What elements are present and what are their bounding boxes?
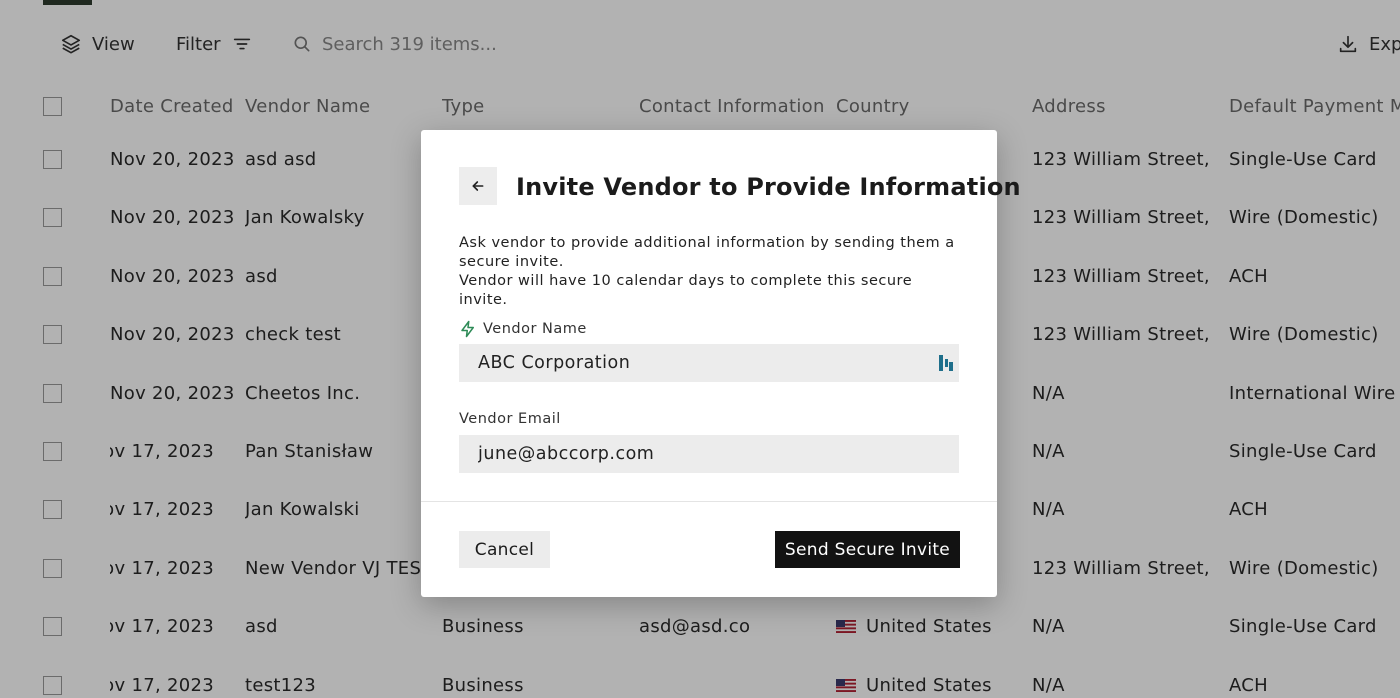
vendor-name-input[interactable] bbox=[459, 344, 959, 382]
invite-vendor-dialog: Invite Vendor to Provide Information Ask… bbox=[421, 130, 1021, 597]
password-manager-icon[interactable] bbox=[938, 353, 954, 373]
vendor-name-label-text: Vendor Name bbox=[483, 321, 587, 337]
cancel-button[interactable]: Cancel bbox=[459, 531, 550, 568]
send-secure-invite-button[interactable]: Send Secure Invite bbox=[775, 531, 960, 568]
vendor-email-label-text: Vendor Email bbox=[459, 411, 561, 427]
description-line-1: Ask vendor to provide additional informa… bbox=[459, 235, 955, 270]
dialog-description: Ask vendor to provide additional informa… bbox=[459, 234, 959, 310]
vendor-name-label: Vendor Name bbox=[459, 320, 587, 338]
vendor-email-input[interactable] bbox=[459, 435, 959, 473]
description-line-2: Vendor will have 10 calendar days to com… bbox=[459, 273, 913, 308]
dialog-title: Invite Vendor to Provide Information bbox=[516, 173, 1021, 201]
lightning-icon bbox=[461, 320, 474, 338]
dialog-footer-divider bbox=[421, 501, 997, 502]
arrow-left-icon bbox=[472, 181, 484, 191]
back-button[interactable] bbox=[459, 167, 497, 205]
vendor-email-label: Vendor Email bbox=[459, 411, 561, 427]
